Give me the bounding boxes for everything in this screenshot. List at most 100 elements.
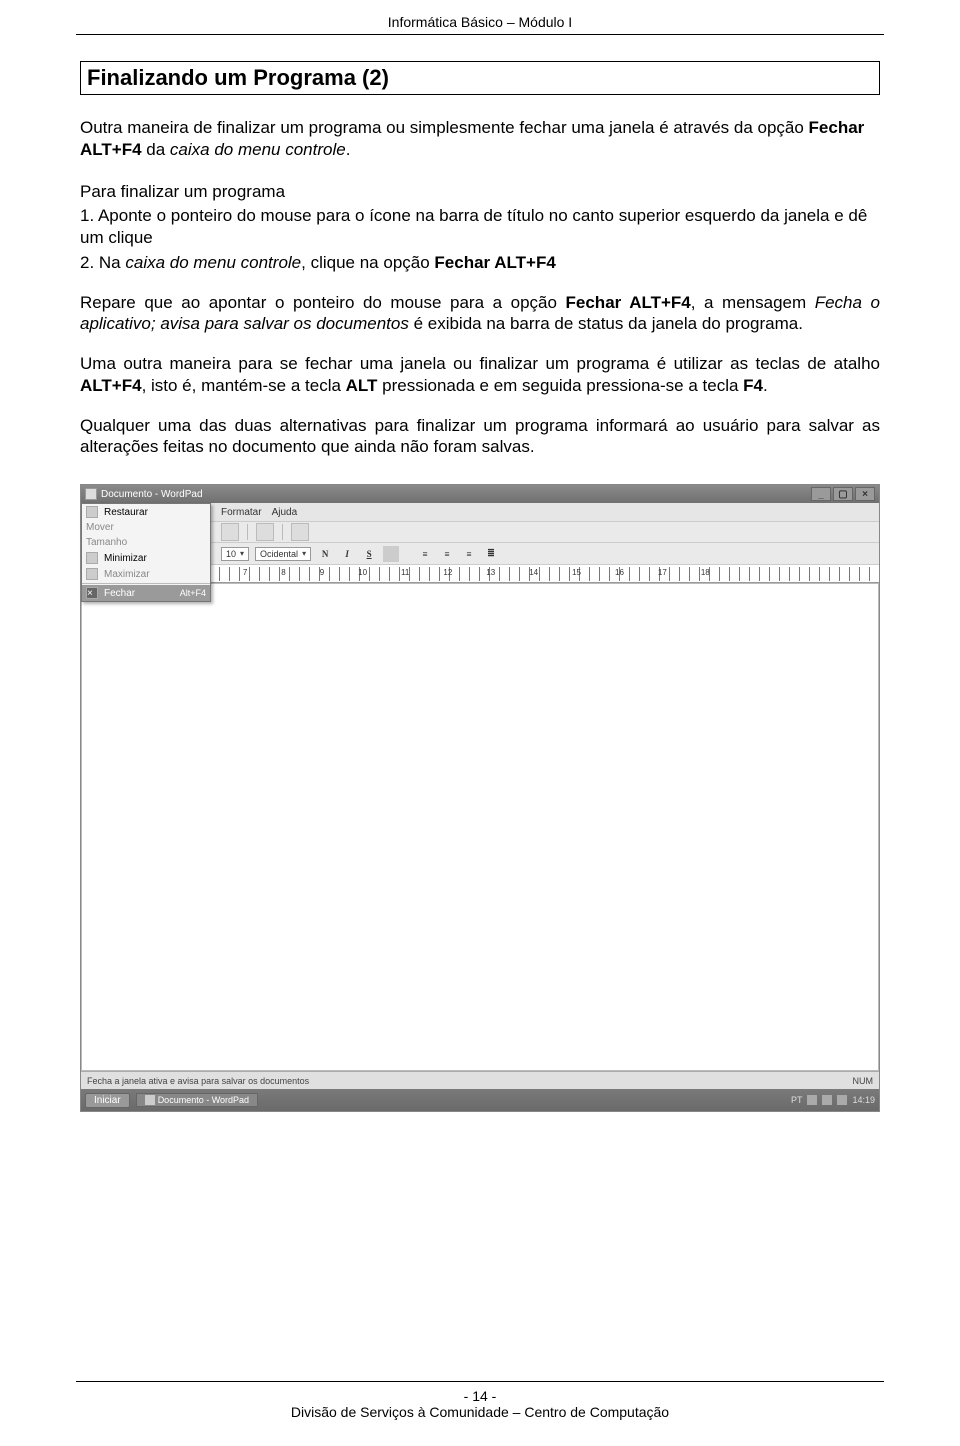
- tray-icon[interactable]: [807, 1095, 817, 1105]
- paragraph-1: Repare que ao apontar o ponteiro do mous…: [80, 292, 880, 336]
- ruler-num: 10: [358, 568, 367, 577]
- step2-a: 2. Na: [80, 253, 125, 272]
- ctrl-maximizar-label: Maximizar: [104, 569, 150, 580]
- ctrl-separator: [82, 583, 210, 584]
- p1-a: Repare que ao apontar o ponteiro do mous…: [80, 293, 566, 312]
- align-center-button[interactable]: ≡: [439, 546, 455, 562]
- paragraph-3: Qualquer uma das duas alternativas para …: [80, 415, 880, 459]
- chevron-down-icon: ▾: [302, 549, 306, 558]
- close-button[interactable]: ×: [855, 487, 875, 501]
- ruler-num: 9: [320, 568, 324, 577]
- page-header: Informática Básico – Módulo I: [76, 0, 884, 35]
- ctrl-mover-label: Mover: [86, 522, 114, 533]
- window-titlebar[interactable]: Documento - WordPad _ ▢ ×: [81, 485, 879, 503]
- p2-bold3: F4: [743, 376, 763, 395]
- status-message: Fecha a janela ativa e avisa para salvar…: [87, 1076, 309, 1086]
- fontsize-combo[interactable]: 10 ▾: [221, 547, 249, 561]
- taskbar-app-label: Documento - WordPad: [158, 1095, 249, 1105]
- p1-c: é exibida na barra de status da janela d…: [409, 314, 803, 333]
- ruler-num: 15: [572, 568, 581, 577]
- intro-italic: caixa do menu controle: [170, 140, 346, 159]
- app-icon: [145, 1095, 155, 1105]
- tray-icon[interactable]: [837, 1095, 847, 1105]
- page-number: - 14 -: [0, 1388, 960, 1404]
- align-right-button[interactable]: ≡: [461, 546, 477, 562]
- p2-c: pressionada e em seguida pressiona-se a …: [377, 376, 743, 395]
- window-title: Documento - WordPad: [101, 489, 203, 500]
- ruler-num: 12: [443, 568, 452, 577]
- lang-indicator[interactable]: PT: [791, 1095, 803, 1105]
- wordpad-screenshot: Documento - WordPad _ ▢ × Restaurar Move…: [80, 484, 880, 1112]
- step2-italic: caixa do menu controle: [125, 253, 301, 272]
- p2-b: , isto é, mantém-se a tecla: [142, 376, 346, 395]
- intro-text-a: Outra maneira de finalizar um programa o…: [80, 118, 809, 137]
- step-1: 1. Aponte o ponteiro do mouse para o íco…: [80, 205, 880, 249]
- ruler-num: 13: [486, 568, 495, 577]
- charset-value: Ocidental: [260, 549, 298, 559]
- ctrl-fechar-shortcut: Alt+F4: [180, 588, 206, 598]
- ruler-num: 16: [615, 568, 624, 577]
- ruler-num: 8: [281, 568, 285, 577]
- status-bar: Fecha a janela ativa e avisa para salvar…: [81, 1071, 879, 1089]
- ctrl-tamanho[interactable]: Tamanho: [82, 535, 210, 550]
- ruler-num: 14: [529, 568, 538, 577]
- control-menu: Restaurar Mover Tamanho Minimizar Maximi…: [81, 503, 211, 602]
- charset-combo[interactable]: Ocidental ▾: [255, 547, 311, 561]
- maximize-icon: [86, 568, 98, 580]
- fontsize-value: 10: [226, 549, 236, 559]
- status-num: NUM: [853, 1076, 874, 1086]
- restore-icon: [86, 506, 98, 518]
- system-tray: PT 14:19: [791, 1095, 875, 1105]
- intro-text-b: da: [142, 140, 170, 159]
- ctrl-restaurar[interactable]: Restaurar: [82, 504, 210, 520]
- p2-a: Uma outra maneira para se fechar uma jan…: [80, 354, 880, 373]
- step2-bold: Fechar ALT+F4: [434, 253, 555, 272]
- ruler-num: 7: [243, 568, 247, 577]
- toolbar-button[interactable]: [221, 523, 239, 541]
- intro-paragraph: Outra maneira de finalizar um programa o…: [80, 117, 880, 161]
- document-area[interactable]: [81, 583, 879, 1071]
- chevron-down-icon: ▾: [240, 549, 244, 558]
- color-button[interactable]: [383, 546, 399, 562]
- bullets-button[interactable]: ≣: [483, 546, 499, 562]
- document-icon[interactable]: [85, 488, 97, 500]
- steps-heading: Para finalizar um programa: [80, 181, 880, 203]
- tray-icon[interactable]: [822, 1095, 832, 1105]
- maximize-button[interactable]: ▢: [833, 487, 853, 501]
- ctrl-fechar[interactable]: × Fechar Alt+F4: [82, 585, 210, 601]
- footer-text: Divisão de Serviços à Comunidade – Centr…: [0, 1404, 960, 1420]
- bold-button[interactable]: N: [317, 546, 333, 562]
- p2-bold2: ALT: [346, 376, 378, 395]
- minimize-icon: [86, 552, 98, 564]
- paragraph-2: Uma outra maneira para se fechar uma jan…: [80, 353, 880, 397]
- toolbar-button[interactable]: [291, 523, 309, 541]
- ctrl-restaurar-label: Restaurar: [104, 507, 148, 518]
- steps-block: Para finalizar um programa 1. Aponte o p…: [80, 181, 880, 274]
- ctrl-mover[interactable]: Mover: [82, 520, 210, 535]
- ctrl-maximizar[interactable]: Maximizar: [82, 566, 210, 582]
- ctrl-minimizar-label: Minimizar: [104, 553, 147, 564]
- section-title: Finalizando um Programa (2): [80, 61, 880, 95]
- underline-button[interactable]: S: [361, 546, 377, 562]
- taskbar-app-button[interactable]: Documento - WordPad: [136, 1093, 258, 1107]
- p2-bold1: ALT+F4: [80, 376, 142, 395]
- minimize-button[interactable]: _: [811, 487, 831, 501]
- menu-ajuda[interactable]: Ajuda: [272, 507, 298, 518]
- ctrl-fechar-label: Fechar: [104, 588, 135, 599]
- page-footer: - 14 - Divisão de Serviços à Comunidade …: [0, 1381, 960, 1420]
- close-icon: ×: [86, 587, 98, 599]
- ruler-num: 11: [401, 568, 409, 577]
- start-button[interactable]: Iniciar: [85, 1093, 130, 1108]
- p1-bold1: Fechar ALT+F4: [566, 293, 691, 312]
- clock[interactable]: 14:19: [852, 1095, 875, 1105]
- menu-formatar[interactable]: Formatar: [221, 507, 262, 518]
- align-left-button[interactable]: ≡: [417, 546, 433, 562]
- intro-text-c: .: [346, 140, 351, 159]
- p1-b: , a mensagem: [691, 293, 815, 312]
- ctrl-minimizar[interactable]: Minimizar: [82, 550, 210, 566]
- ruler-num: 17: [658, 568, 667, 577]
- italic-button[interactable]: I: [339, 546, 355, 562]
- step-2: 2. Na caixa do menu controle, clique na …: [80, 252, 880, 274]
- ruler-num: 18: [701, 568, 710, 577]
- toolbar-button[interactable]: [256, 523, 274, 541]
